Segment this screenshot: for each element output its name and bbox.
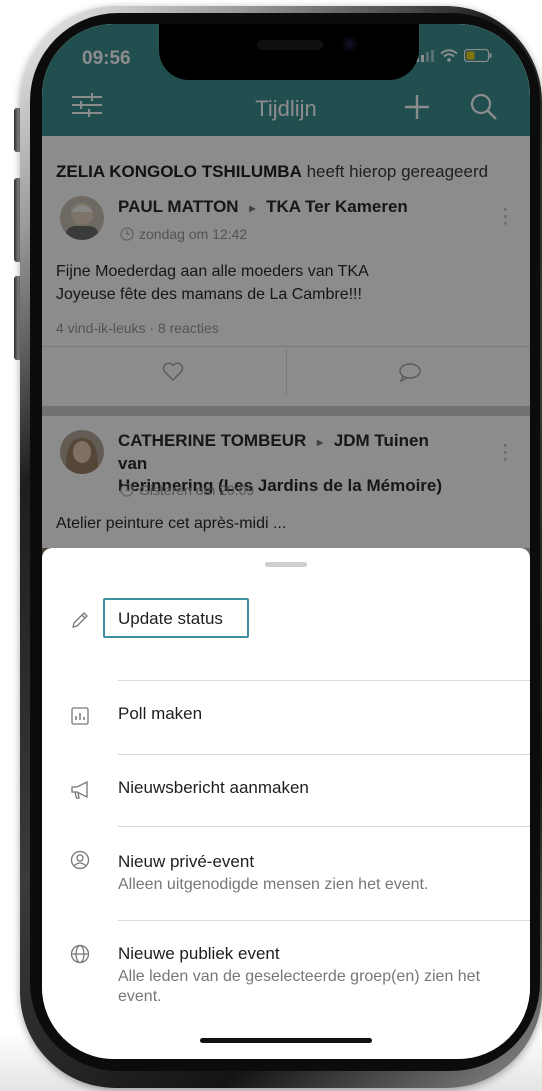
megaphone-icon (70, 780, 90, 800)
menu-item-poll-maken[interactable]: Poll maken (42, 682, 530, 752)
divider (118, 680, 530, 681)
sheet-drag-handle[interactable] (265, 562, 307, 567)
menu-item-publiek-event[interactable]: Nieuwe publiek event Alle leden van de g… (42, 922, 530, 1022)
divider (118, 920, 530, 921)
poll-chart-icon (70, 706, 90, 726)
globe-icon (70, 944, 90, 964)
divider (118, 754, 530, 755)
pencil-icon (70, 610, 90, 630)
menu-item-label: Nieuwe publiek event (118, 944, 280, 963)
menu-item-label: Nieuwsbericht aanmaken (118, 778, 309, 797)
menu-item-description: Alleen uitgenodigde mensen zien het even… (118, 876, 429, 893)
home-indicator[interactable] (200, 1038, 372, 1043)
divider (118, 826, 530, 827)
user-circle-icon (70, 850, 90, 870)
menu-item-description: Alle leden van de geselecteerde groep(en… (118, 968, 481, 1005)
phone-screen: 09:56 Tijdlijn ZELIA KONGOLO TSHILUMBA h… (42, 24, 530, 1059)
create-post-sheet: Update status Poll maken Nieuwsbericht a… (42, 548, 530, 1059)
app-content: 09:56 Tijdlijn ZELIA KONGOLO TSHILUMBA h… (42, 24, 530, 1059)
menu-item-label: Nieuw privé-event (118, 852, 255, 871)
menu-item-label: Update status (118, 609, 223, 628)
menu-item-update-status[interactable]: Update status (42, 598, 530, 658)
menu-item-prive-event[interactable]: Nieuw privé-event Alleen uitgenodigde me… (42, 828, 530, 920)
menu-item-label: Poll maken (118, 704, 203, 723)
menu-item-nieuwsbericht[interactable]: Nieuwsbericht aanmaken (42, 756, 530, 826)
